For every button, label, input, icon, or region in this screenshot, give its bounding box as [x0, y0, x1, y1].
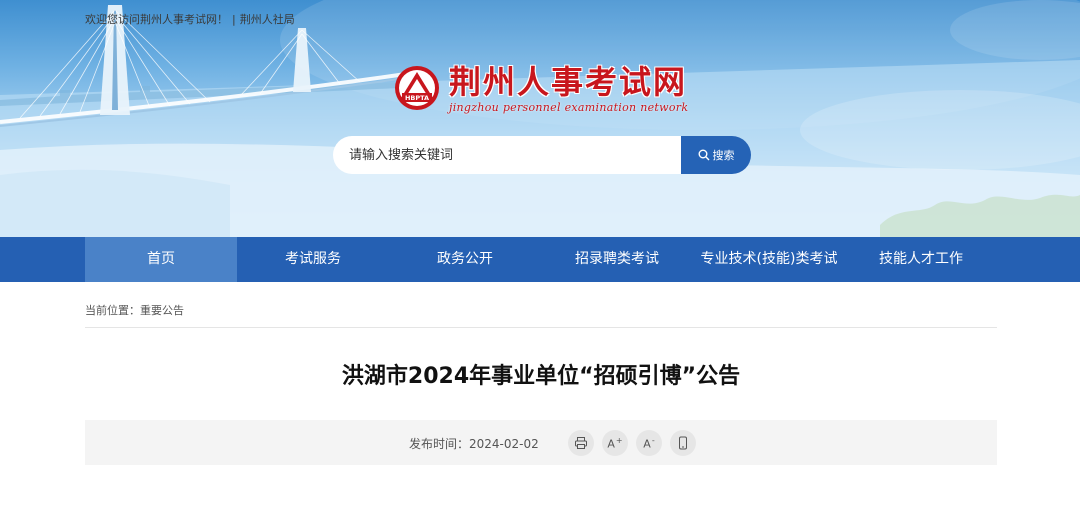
- breadcrumb-current[interactable]: 重要公告: [140, 304, 184, 317]
- main-nav: 首页 考试服务 政务公开 招录聘类考试 专业技术(技能)类考试 技能人才工作: [0, 237, 1080, 282]
- font-increase-button[interactable]: A+: [602, 430, 628, 456]
- font-increase-mark: +: [615, 435, 623, 445]
- nav-item-skilled-talent[interactable]: 技能人才工作: [845, 237, 997, 282]
- print-button[interactable]: [568, 430, 594, 456]
- site-name-en: jingzhou personnel examination network: [449, 101, 689, 114]
- font-increase-icon: A+: [607, 436, 622, 451]
- font-decrease-button[interactable]: A-: [636, 430, 662, 456]
- hrss-bureau-link[interactable]: 荆州人社局: [240, 11, 295, 27]
- welcome-text: 欢迎您访问荆州人事考试网！: [85, 13, 228, 26]
- breadcrumb-prefix: 当前位置：: [85, 304, 140, 317]
- publish-date-label: 发布时间：: [409, 437, 470, 451]
- top-welcome-bar: 欢迎您访问荆州人事考试网！ | 荆州人社局: [85, 11, 295, 27]
- logo-emblem-icon: HBPTA: [395, 66, 439, 110]
- search-input[interactable]: [333, 136, 683, 174]
- breadcrumb: 当前位置：重要公告: [85, 302, 184, 318]
- print-icon: [575, 437, 587, 449]
- font-decrease-mark: -: [651, 435, 655, 445]
- mobile-icon: [679, 436, 687, 450]
- font-decrease-icon: A-: [643, 436, 654, 451]
- logo-emblem-text: HBPTA: [405, 94, 429, 102]
- font-increase-letter: A: [607, 437, 615, 451]
- search-icon: [698, 149, 709, 161]
- search-button-label: 搜索: [712, 149, 735, 162]
- nav-item-government-affairs[interactable]: 政务公开: [389, 237, 541, 282]
- nav-item-professional-technical-exams[interactable]: 专业技术(技能)类考试: [693, 237, 845, 282]
- mobile-view-button[interactable]: [670, 430, 696, 456]
- publish-date-value: 2024-02-02: [469, 437, 539, 451]
- nav-item-home[interactable]: 首页: [85, 237, 237, 282]
- search-button[interactable]: 搜索: [681, 136, 751, 174]
- breadcrumb-divider: [85, 327, 997, 328]
- nav-item-exam-services[interactable]: 考试服务: [237, 237, 389, 282]
- article-meta-bar: 发布时间：2024-02-02 A+ A-: [85, 420, 997, 465]
- article-title: 洪湖市2024年事业单位“招硕引博”公告: [341, 364, 741, 389]
- site-logo[interactable]: HBPTA 荆州人事考试网 jingzhou personnel examina…: [393, 64, 693, 124]
- search-bar: 搜索: [333, 136, 751, 174]
- font-decrease-letter: A: [643, 437, 651, 451]
- topbar-separator: |: [232, 13, 236, 26]
- site-name-cn: 荆州人事考试网: [449, 63, 688, 101]
- header-banner: 欢迎您访问荆州人事考试网！ | 荆州人社局 HBPTA 荆州人事考试网 jingzh…: [0, 0, 1080, 237]
- article-tools: A+ A-: [568, 430, 704, 456]
- publish-date: 发布时间：2024-02-02: [409, 435, 539, 452]
- nav-item-recruitment-exams[interactable]: 招录聘类考试: [541, 237, 693, 282]
